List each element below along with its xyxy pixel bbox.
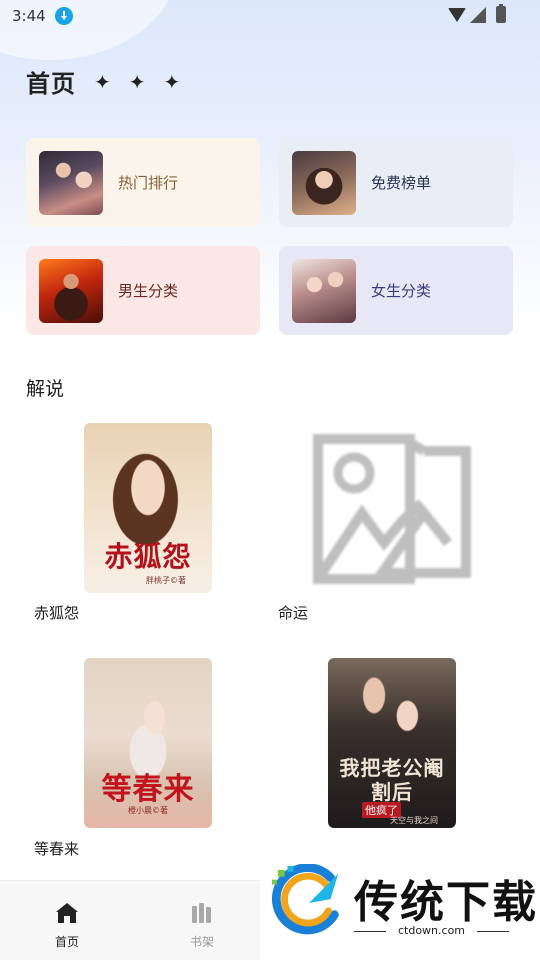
cover-author: 橙小晨©著: [128, 806, 168, 815]
watermark-logo: [271, 864, 339, 935]
page-header: 首页 ✦ ✦ ✦: [26, 64, 180, 99]
book-title[interactable]: 等春来: [34, 838, 79, 859]
book-cover: 等春来 橙小晨©著: [84, 658, 212, 828]
sparkle-icon: ✦: [94, 69, 111, 94]
category-free-list[interactable]: 免费榜单: [279, 138, 513, 227]
page-title: 首页: [26, 70, 76, 98]
watermark: 传统下载 ctdown.com: [260, 858, 540, 960]
nav-label: 书架: [189, 935, 214, 949]
category-label: 女生分类: [371, 282, 432, 300]
book-card[interactable]: 我把老公阉割后 他疯了 天空与我之间: [328, 658, 456, 828]
category-female[interactable]: 女生分类: [279, 246, 513, 335]
cover-title: 我把老公阉割后: [339, 756, 445, 804]
cover-title: 赤狐怨: [104, 540, 192, 573]
category-label: 免费榜单: [371, 174, 432, 192]
book-card[interactable]: 等春来 橙小晨©著: [84, 658, 212, 828]
category-thumbnail: [292, 258, 356, 323]
status-bar: 3:44: [0, 0, 540, 32]
bookshelf-icon: [192, 903, 211, 923]
sparkle-icon: ✦: [128, 69, 146, 94]
category-hot-ranking[interactable]: 热门排行: [26, 138, 260, 227]
watermark-brand: 传统下载: [354, 877, 538, 928]
category-thumbnail: [39, 258, 103, 323]
category-thumbnail: [292, 150, 356, 215]
status-icons: [448, 4, 506, 23]
signal-icon: [470, 6, 486, 23]
book-title[interactable]: 命运: [278, 602, 308, 623]
category-label: 男生分类: [118, 282, 179, 300]
battery-icon: [496, 4, 506, 23]
book-title[interactable]: 赤狐怨: [34, 602, 79, 623]
image-placeholder-icon: [313, 434, 471, 584]
nav-item-home[interactable]: 首页: [37, 901, 97, 950]
home-icon: [56, 903, 78, 923]
status-time: 3:44: [12, 7, 46, 25]
section-title: 解说: [26, 378, 65, 400]
nav-label: 首页: [54, 935, 79, 949]
nav-item-bookshelf[interactable]: 书架: [172, 901, 232, 950]
download-icon: [54, 7, 73, 25]
book-card[interactable]: 赤狐怨 胖桃子©著: [84, 423, 212, 593]
cover-author: 天空与我之间: [390, 816, 438, 825]
book-card[interactable]: [312, 433, 472, 589]
category-thumbnail: [39, 150, 103, 215]
wifi-icon: [448, 7, 466, 22]
sparkle-icon: ✦: [163, 69, 181, 94]
cover-author: 胖桃子©著: [146, 576, 186, 585]
category-label: 热门排行: [118, 174, 179, 192]
divider: [477, 931, 509, 932]
book-cover: 我把老公阉割后 他疯了 天空与我之间: [328, 658, 456, 828]
cover-title: 等春来: [101, 772, 195, 807]
book-cover: 赤狐怨 胖桃子©著: [84, 423, 212, 593]
category-male[interactable]: 男生分类: [26, 246, 260, 335]
